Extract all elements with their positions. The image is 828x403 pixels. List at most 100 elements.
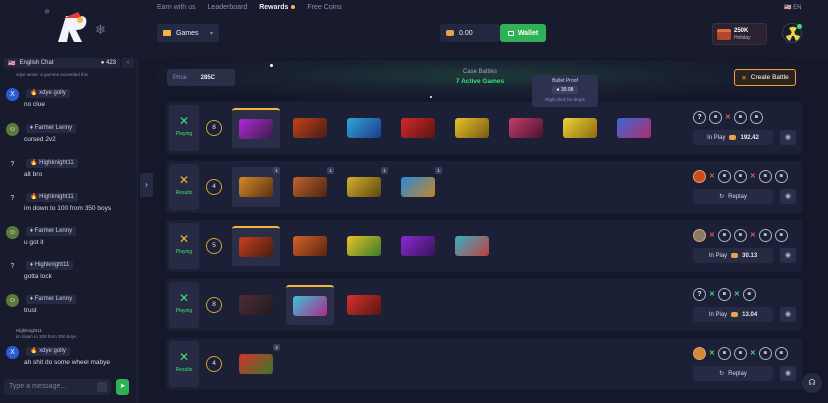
chat-username[interactable]: 🔥 xdye golly	[26, 89, 70, 98]
case-item[interactable]: 1	[286, 167, 334, 207]
chat-username[interactable]: ♦ Highknight11	[26, 261, 74, 270]
case-item[interactable]	[394, 226, 442, 266]
player-slot[interactable]: ◙	[717, 287, 731, 301]
case-item[interactable]	[394, 108, 442, 148]
avatar[interactable]: ?	[6, 260, 19, 273]
case-item[interactable]	[610, 108, 658, 148]
site-logo[interactable]	[52, 8, 92, 48]
avatar[interactable]: X	[6, 88, 19, 101]
case-item[interactable]	[232, 226, 280, 266]
player-slot[interactable]: ◙	[742, 287, 756, 301]
case-item[interactable]	[340, 226, 388, 266]
player-slot[interactable]: ◙	[733, 169, 747, 183]
chat-username[interactable]: 🔥 Highknight11	[26, 159, 78, 168]
chat-room-selector[interactable]: 🇺🇸 English Chat ● 423	[4, 58, 120, 68]
player-slot[interactable]: ◙	[774, 346, 788, 360]
language-selector[interactable]: 🇺🇸 EN	[784, 4, 801, 11]
battle-row[interactable]: ✕ Playing 5 ✕ ◙ ◙ ✕ ◙ ◙ In Play 30.13 ◉	[166, 220, 802, 272]
chat-username[interactable]: ♦ Farmer Lenny	[26, 295, 77, 304]
view-icon[interactable]: ◉	[780, 248, 796, 263]
player-slot[interactable]	[693, 346, 706, 360]
support-button[interactable]: ☊	[802, 373, 822, 393]
snowflake-icon: ❄	[44, 9, 50, 16]
holiday-promo[interactable]: 250K Holiday	[712, 23, 767, 45]
player-slot[interactable]: ◙	[733, 228, 747, 242]
player-slot[interactable]: ?	[693, 110, 706, 124]
case-item[interactable]: 4	[232, 344, 280, 384]
player-slot[interactable]: ◙	[758, 228, 772, 242]
battle-row[interactable]: ✕ Playing 8 ? ◙ ✕ ◙ ◙ In Play 192.42 ◉	[166, 102, 802, 154]
nav-leaderboard[interactable]: Leaderboard	[208, 4, 248, 11]
wallet-button[interactable]: Wallet	[500, 24, 546, 42]
avatar[interactable]: ☺	[6, 123, 19, 136]
case-item[interactable]	[556, 108, 604, 148]
case-item[interactable]	[232, 285, 280, 325]
avatar[interactable]: X	[6, 346, 19, 359]
avatar[interactable]: ☺	[6, 294, 19, 307]
battle-row[interactable]: ✕ Results 4 4 ✕ ◙ ◙ ✕ ◙ ◙ ↻ Replay ◉	[166, 338, 802, 390]
chat-username[interactable]: 🔥 Highknight11	[26, 193, 78, 202]
player-slot[interactable]: ◙	[749, 110, 763, 124]
price-sort-button[interactable]: Price 285C	[167, 69, 235, 86]
case-item[interactable]: 1	[232, 167, 280, 207]
replay-button[interactable]: ↻ Replay	[693, 189, 773, 204]
case-list	[232, 226, 496, 266]
view-icon[interactable]: ◉	[780, 366, 796, 381]
view-icon[interactable]: ◉	[780, 189, 796, 204]
chat-username[interactable]: 🔥 xdye golly	[26, 347, 70, 356]
case-item[interactable]	[286, 226, 334, 266]
player-slot[interactable]	[693, 228, 706, 242]
in-play-button[interactable]: In Play 13.04	[693, 307, 773, 322]
player-slot[interactable]: ◙	[733, 346, 747, 360]
chat-input[interactable]: Type a message...	[4, 379, 111, 395]
case-item[interactable]	[502, 108, 550, 148]
status-badge: ✕ Results	[169, 341, 199, 387]
player-slots: ✕ ◙ ◙ ✕ ◙ ◙	[693, 226, 788, 244]
battle-row[interactable]: ✕ Results 4 1 1 1 1 ✕ ◙ ◙ ✕ ◙ ◙ ↻ Replay…	[166, 161, 802, 213]
player-slot[interactable]: ◙	[717, 346, 731, 360]
swords-icon: ✕	[178, 291, 190, 305]
replay-button[interactable]: ↻ Replay	[693, 366, 773, 381]
player-slot[interactable]: ◙	[717, 228, 731, 242]
expand-chat-button[interactable]: ›	[140, 173, 153, 197]
in-play-button[interactable]: In Play 30.13	[693, 248, 773, 263]
create-battle-button[interactable]: ✕ Create Battle	[734, 69, 796, 86]
nav-free-coins[interactable]: Free Coins	[307, 4, 341, 11]
avatar[interactable]: ?	[6, 192, 19, 205]
chat-username[interactable]: ♦ Farmer Lenny	[26, 227, 77, 236]
player-slot[interactable]: ◙	[733, 110, 747, 124]
top-nav: Earn with us Leaderboard Rewards Free Co…	[157, 4, 342, 11]
player-slot[interactable]: ◙	[774, 169, 788, 183]
chat-username[interactable]: ♦ Farmer Lenny	[26, 124, 77, 133]
case-item[interactable]	[448, 108, 496, 148]
send-button[interactable]: ➤	[116, 379, 129, 395]
player-slot[interactable]: ◙	[758, 169, 772, 183]
case-item[interactable]: 1	[340, 167, 388, 207]
view-icon[interactable]: ◉	[780, 130, 796, 145]
case-item[interactable]	[448, 226, 496, 266]
emoji-icon[interactable]	[97, 382, 107, 392]
case-item[interactable]	[286, 108, 334, 148]
avatar[interactable]: ☺	[6, 226, 19, 239]
view-icon[interactable]: ◉	[780, 307, 796, 322]
player-slot[interactable]: ◙	[709, 110, 722, 124]
case-item[interactable]	[340, 108, 388, 148]
player-slot[interactable]: ?	[693, 287, 706, 301]
collapse-chat-button[interactable]: ‹	[122, 58, 134, 68]
case-item[interactable]	[286, 285, 334, 325]
case-item[interactable]	[232, 108, 280, 148]
nav-earn[interactable]: Earn with us	[157, 4, 196, 11]
player-slot[interactable]: ◙	[774, 228, 788, 242]
nav-rewards[interactable]: Rewards	[259, 4, 296, 11]
swords-icon: ✕	[178, 350, 190, 364]
in-play-button[interactable]: In Play 192.42	[693, 130, 773, 145]
player-slot[interactable]: ◙	[717, 169, 731, 183]
player-slot[interactable]: ◙	[758, 346, 772, 360]
case-item[interactable]: 1	[394, 167, 442, 207]
balance-value: 0.00	[459, 29, 473, 37]
player-slot[interactable]	[693, 169, 706, 183]
games-dropdown[interactable]: Games ▾	[157, 24, 219, 42]
case-item[interactable]	[340, 285, 388, 325]
avatar[interactable]: ?	[6, 158, 19, 171]
battle-row[interactable]: ✕ Playing 8 ? ✕ ◙ ✕ ◙ In Play 13.04 ◉	[166, 279, 802, 331]
